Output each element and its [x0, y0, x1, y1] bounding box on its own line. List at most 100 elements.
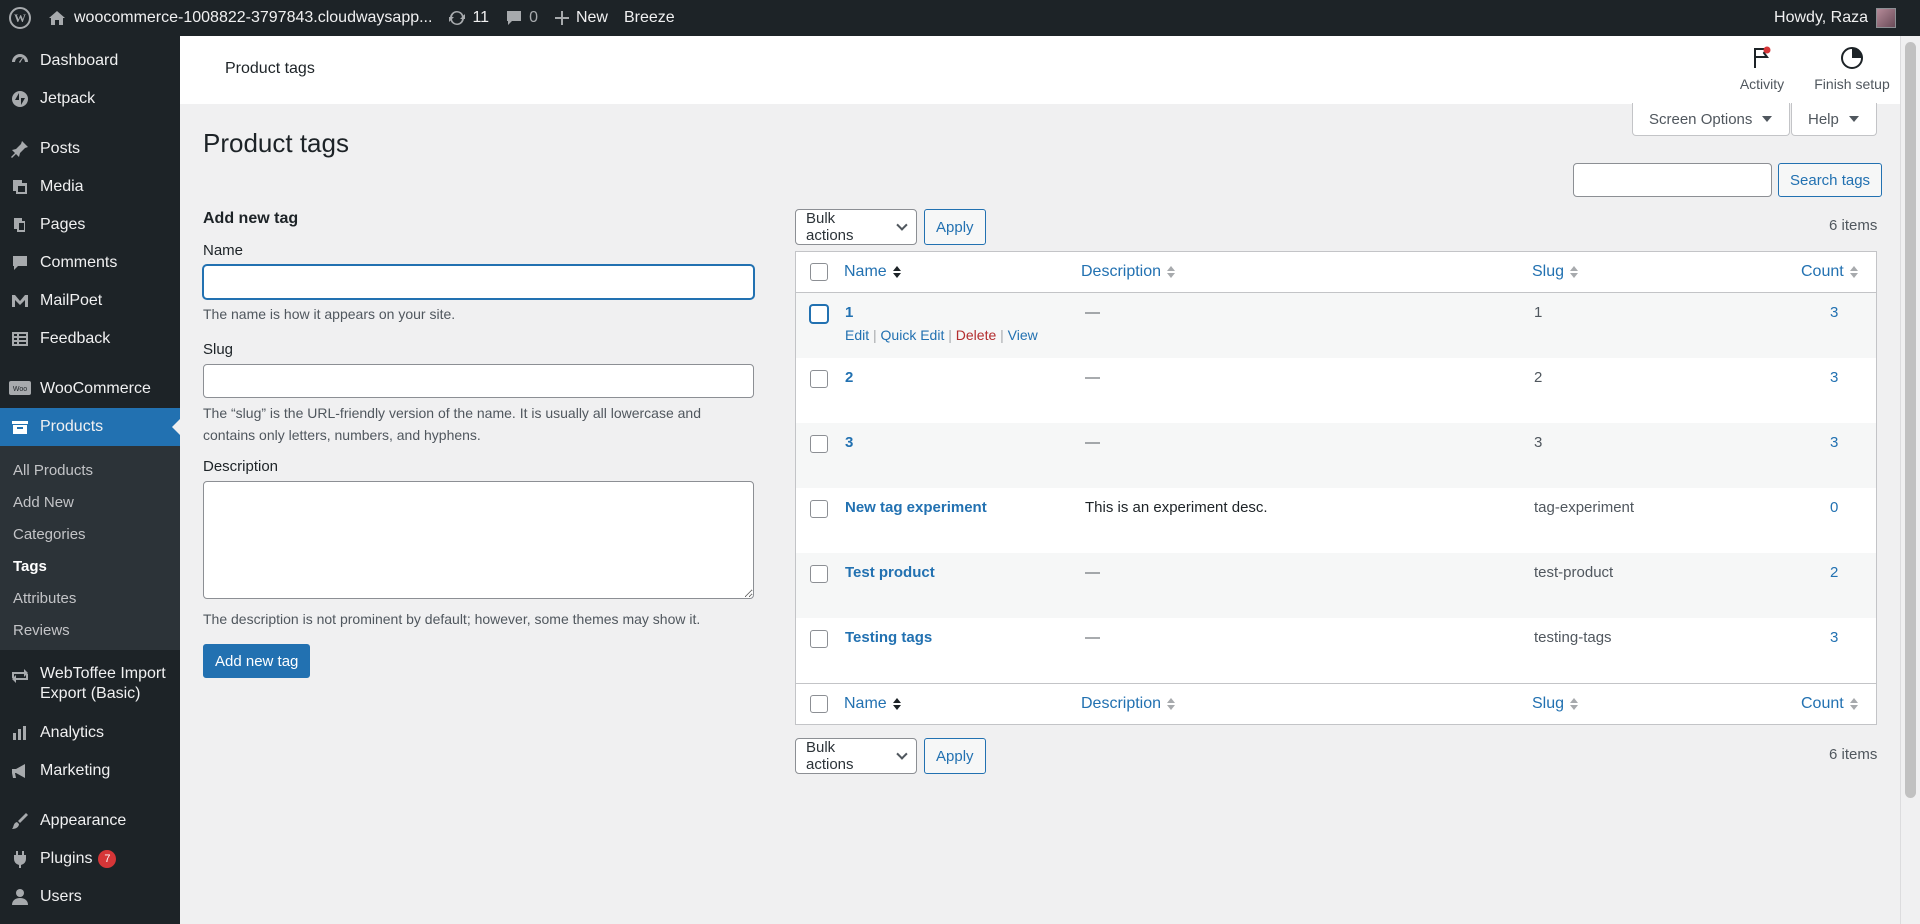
screen-options-button[interactable]: Screen Options	[1632, 103, 1790, 136]
tag-description-textarea[interactable]	[203, 481, 754, 599]
column-slug-footer[interactable]: Slug	[1532, 695, 1579, 713]
select-all-checkbox[interactable]	[810, 263, 828, 281]
menu-pages[interactable]: Pages	[0, 206, 180, 244]
edit-link[interactable]: Edit	[845, 327, 869, 343]
bulk-actions-select-bottom[interactable]: Bulk actions	[795, 738, 917, 774]
comment-icon	[507, 11, 522, 25]
menu-jetpack-label: Jetpack	[40, 90, 96, 107]
column-slug-header[interactable]: Slug	[1532, 263, 1579, 281]
finish-setup-button[interactable]: Finish setup	[1812, 46, 1892, 92]
slug-cell: 1	[1534, 304, 1543, 321]
count-link[interactable]: 3	[1830, 304, 1838, 321]
updates-link[interactable]: 11	[440, 0, 497, 36]
menu-feedback[interactable]: Feedback	[0, 320, 180, 358]
select-all-checkbox-footer[interactable]	[810, 695, 828, 713]
page-scrollbar[interactable]	[1900, 36, 1920, 924]
wordpress-logo-icon[interactable]: W	[0, 0, 40, 36]
scrollbar-thumb[interactable]	[1905, 42, 1916, 798]
comments-link[interactable]: 0	[497, 0, 546, 36]
breeze-link[interactable]: Breeze	[616, 0, 683, 36]
column-count-footer[interactable]: Count	[1801, 695, 1858, 713]
menu-jetpack[interactable]: Jetpack	[0, 80, 180, 118]
count-link[interactable]: 2	[1830, 564, 1838, 581]
slug-cell: 3	[1534, 434, 1543, 451]
menu-products[interactable]: Products	[0, 408, 180, 446]
menu-woocommerce[interactable]: Woo WooCommerce	[0, 370, 180, 408]
column-description-footer[interactable]: Description	[1081, 695, 1176, 713]
help-button[interactable]: Help	[1791, 103, 1877, 136]
tag-name-link[interactable]: 1	[845, 304, 853, 321]
menu-users[interactable]: Users	[0, 878, 180, 916]
row-checkbox[interactable]	[810, 565, 828, 583]
new-label: New	[575, 9, 608, 26]
import-export-icon	[8, 666, 32, 686]
add-new-tag-button[interactable]: Add new tag	[203, 644, 311, 678]
description-label: Description	[203, 458, 279, 475]
apply-button-top[interactable]: Apply	[924, 209, 986, 245]
tag-name-link[interactable]: Test product	[845, 564, 935, 581]
menu-comments[interactable]: Comments	[0, 244, 180, 282]
menu-webtoffee-line2: Export (Basic)	[40, 685, 141, 702]
products-icon	[8, 417, 32, 437]
submenu-attributes[interactable]: Attributes	[0, 582, 180, 614]
tag-name-link[interactable]: 3	[845, 434, 853, 451]
menu-marketing[interactable]: Marketing	[0, 752, 180, 790]
name-label: Name	[203, 242, 244, 259]
count-link[interactable]: 3	[1830, 369, 1838, 386]
menu-dashboard-label: Dashboard	[40, 52, 119, 69]
description-cell: —	[1085, 369, 1100, 386]
slug-help-line1: The “slug” is the URL-friendly version o…	[203, 405, 701, 421]
column-name-header[interactable]: Name	[844, 263, 901, 281]
menu-media[interactable]: Media	[0, 168, 180, 206]
bulk-actions-select-top[interactable]: Bulk actions	[795, 209, 917, 245]
bulk-actions-value: Bulk actions	[806, 739, 854, 773]
submenu-add-new[interactable]: Add New	[0, 486, 180, 518]
column-count-header[interactable]: Count	[1801, 263, 1858, 281]
new-content-link[interactable]: New	[546, 0, 616, 36]
menu-webtoffee[interactable]: WebToffee Import Export (Basic)	[0, 656, 180, 714]
column-name-footer[interactable]: Name	[844, 695, 901, 713]
my-account-link[interactable]: Howdy, Raza	[1774, 0, 1896, 36]
tag-name-link[interactable]: Testing tags	[845, 629, 932, 646]
menu-analytics[interactable]: Analytics	[0, 714, 180, 752]
submenu-tags[interactable]: Tags	[0, 550, 180, 582]
view-link[interactable]: View	[1008, 327, 1038, 343]
apply-button-bottom[interactable]: Apply	[924, 738, 986, 774]
comments-icon	[8, 253, 32, 273]
tag-name-input[interactable]	[203, 265, 754, 299]
quick-edit-link[interactable]: Quick Edit	[881, 327, 945, 343]
row-checkbox[interactable]	[810, 630, 828, 648]
submenu-all-products[interactable]: All Products	[0, 454, 180, 486]
row-checkbox[interactable]	[810, 305, 828, 323]
count-link[interactable]: 3	[1830, 629, 1838, 646]
column-description-header[interactable]: Description	[1081, 263, 1176, 281]
tag-name-link[interactable]: 2	[845, 369, 853, 386]
submenu-categories[interactable]: Categories	[0, 518, 180, 550]
tag-slug-input[interactable]	[203, 364, 754, 398]
menu-posts[interactable]: Posts	[0, 130, 180, 168]
menu-webtoffee-line1: WebToffee Import	[40, 665, 166, 682]
add-new-tag-form: Add new tag Name The name is how it appe…	[203, 210, 755, 678]
search-tags-input[interactable]	[1573, 163, 1772, 197]
table-row: 1 Edit | Quick Edit | Delete | View — 1 …	[796, 293, 1876, 358]
tag-name-link[interactable]: New tag experiment	[845, 499, 987, 516]
avatar	[1876, 8, 1896, 28]
count-link[interactable]: 0	[1830, 499, 1838, 516]
search-tags-button[interactable]: Search tags	[1778, 163, 1883, 197]
site-name-link[interactable]: woocommerce-1008822-3797843.cloudwaysapp…	[40, 0, 440, 36]
menu-appearance[interactable]: Appearance	[0, 802, 180, 840]
analytics-icon	[8, 723, 32, 743]
finish-setup-label: Finish setup	[1814, 76, 1890, 92]
menu-dashboard[interactable]: Dashboard	[0, 42, 180, 80]
row-checkbox[interactable]	[810, 500, 828, 518]
submenu-reviews[interactable]: Reviews	[0, 614, 180, 646]
row-checkbox[interactable]	[810, 435, 828, 453]
column-count-label: Count	[1801, 695, 1844, 712]
activity-button[interactable]: Activity	[1727, 46, 1797, 92]
count-link[interactable]: 3	[1830, 434, 1838, 451]
slug-help-line2: contains only letters, numbers, and hyph…	[203, 427, 481, 443]
delete-link[interactable]: Delete	[956, 327, 996, 343]
row-checkbox[interactable]	[810, 370, 828, 388]
menu-plugins[interactable]: Plugins 7	[0, 840, 180, 878]
menu-mailpoet[interactable]: MailPoet	[0, 282, 180, 320]
